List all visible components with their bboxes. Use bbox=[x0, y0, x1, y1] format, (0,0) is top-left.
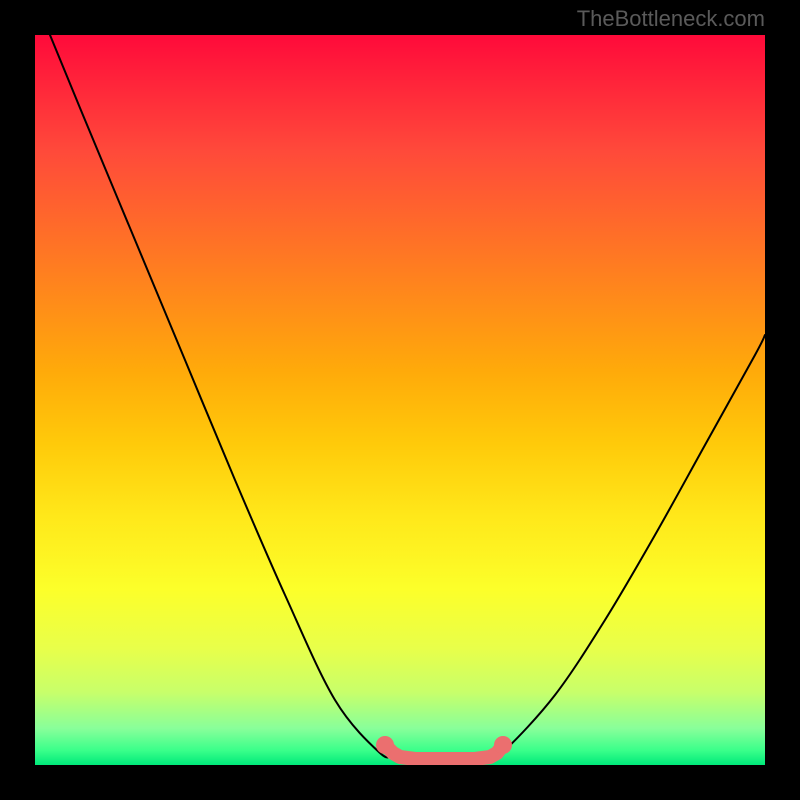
bottleneck-curve bbox=[50, 35, 765, 757]
chart-svg bbox=[35, 35, 765, 765]
plot-area bbox=[35, 35, 765, 765]
chart-container: TheBottleneck.com bbox=[0, 0, 800, 800]
curve-group bbox=[50, 35, 765, 759]
flat-zone-marker bbox=[385, 745, 503, 759]
watermark-text: TheBottleneck.com bbox=[577, 6, 765, 32]
marker-dot bbox=[376, 736, 394, 754]
marker-dot bbox=[494, 736, 512, 754]
